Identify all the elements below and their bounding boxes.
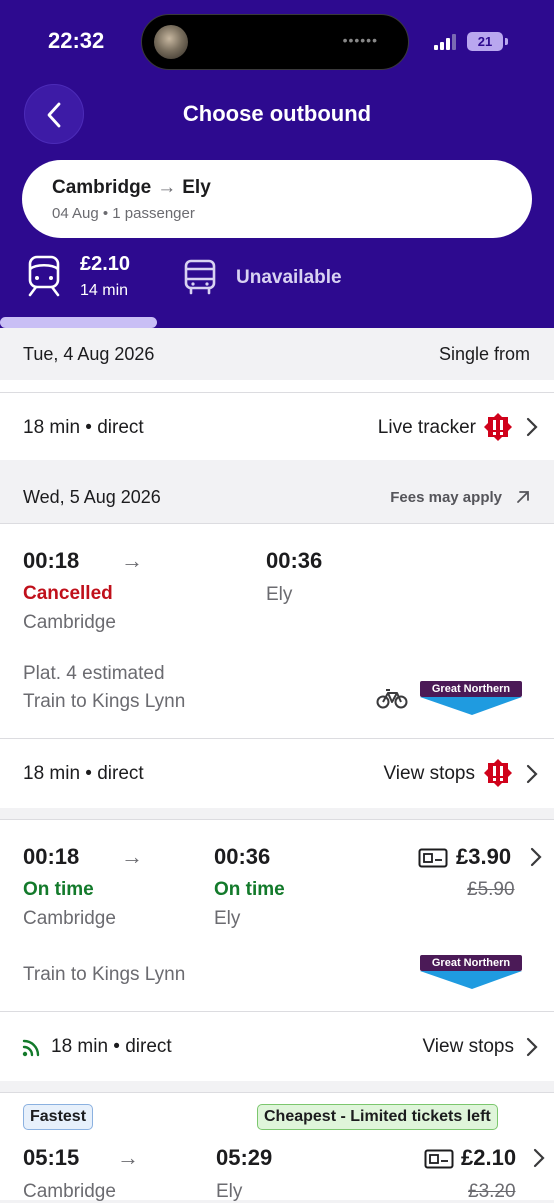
- single-from-label: Single from: [438, 344, 530, 364]
- depart-station: Cambridge: [23, 612, 116, 633]
- date-header: Wed, 5 Aug 2026 Fees may apply: [0, 460, 554, 523]
- train-destination: Train to Kings Lynn: [23, 691, 186, 712]
- dynamic-island: ••••••: [141, 14, 409, 70]
- external-link-icon[interactable]: [516, 490, 530, 504]
- depart-time: 05:15: [23, 1145, 80, 1170]
- view-stops-link[interactable]: View stops: [383, 763, 475, 785]
- divider: [0, 819, 554, 820]
- arrive-time: 05:29: [216, 1145, 273, 1170]
- ticket-icon: [424, 1149, 454, 1169]
- warning-icon: [484, 413, 512, 441]
- price: £3.90: [456, 844, 512, 869]
- journey-card[interactable]: Fastest Cheapest - Limited tickets left …: [0, 1092, 554, 1202]
- arrive-station: Ely: [266, 584, 293, 605]
- journey-summary-card[interactable]: Cambridge → Ely 04 Aug • 1 passenger: [22, 160, 532, 238]
- divider: [0, 738, 554, 739]
- route-to: Ely: [182, 177, 211, 198]
- chevron-right-icon: [533, 1148, 545, 1168]
- train-destination: Train to Kings Lynn: [23, 964, 186, 985]
- price: £2.10: [461, 1145, 517, 1170]
- date-label: Tue, 4 Aug 2026: [23, 344, 155, 364]
- view-stops-link[interactable]: View stops: [422, 1036, 514, 1058]
- arrow-right-icon: →: [121, 844, 143, 869]
- divider: [0, 1092, 554, 1093]
- operator-name: Great Northern: [420, 681, 522, 697]
- depart-time: 00:18: [23, 844, 80, 869]
- battery-tip: [505, 38, 508, 45]
- live-signal-icon: [22, 1039, 40, 1057]
- chevron-right-icon: [530, 847, 542, 867]
- duration-label: 18 min • direct: [23, 417, 144, 438]
- great-northern-logo: Great Northern: [420, 681, 522, 715]
- train-icon[interactable]: [24, 254, 64, 303]
- fastest-badge: Fastest: [23, 1104, 94, 1130]
- arrive-time: 00:36: [214, 844, 271, 869]
- arrow-right-icon: →: [117, 1145, 139, 1170]
- live-tracker-link[interactable]: Live tracker: [378, 417, 476, 439]
- arrive-station: Ely: [214, 908, 241, 929]
- depart-station: Cambridge: [23, 908, 116, 929]
- chevron-right-icon: [526, 1037, 538, 1057]
- journey-card[interactable]: 00:18 → 00:36 Cancelled Ely Cambridge Pl…: [0, 523, 554, 808]
- bus-mode-status[interactable]: Unavailable: [236, 267, 342, 289]
- divider: [0, 1011, 554, 1012]
- fees-link[interactable]: Fees may apply: [390, 489, 502, 506]
- date-label: Wed, 5 Aug 2026: [23, 487, 161, 507]
- bus-icon[interactable]: [182, 258, 218, 301]
- depart-time: 00:18: [23, 548, 80, 573]
- arrive-status: On time: [214, 879, 285, 900]
- great-northern-logo: Great Northern: [420, 955, 522, 989]
- duration-label: 18 min • direct: [51, 1036, 172, 1057]
- original-price: £5.90: [467, 879, 515, 900]
- depart-status: Cancelled: [23, 583, 113, 604]
- date-header: Tue, 4 Aug 2026 Single from: [0, 328, 554, 380]
- header: 22:32 •••••• 21 Choose outbound Cambridg…: [0, 0, 554, 328]
- route-details: 04 Aug • 1 passenger: [52, 205, 195, 222]
- train-mode-duration: 14 min: [80, 282, 129, 299]
- page-title: Choose outbound: [182, 101, 372, 126]
- journey-summary-row[interactable]: 18 min • direct Live tracker: [0, 380, 554, 460]
- route: Cambridge → Ely: [52, 177, 211, 199]
- arrive-time: 00:36: [266, 548, 323, 573]
- cheapest-badge: Cheapest - Limited tickets left: [257, 1104, 498, 1130]
- duration-label: 18 min • direct: [23, 763, 144, 784]
- ticket-icon: [418, 848, 448, 868]
- dots-icon: ••••••: [342, 32, 378, 48]
- route-from: Cambridge: [52, 177, 152, 198]
- divider: [0, 392, 554, 393]
- tab-indicator: [0, 317, 157, 328]
- chevron-right-icon: [526, 417, 538, 437]
- journey-card[interactable]: 00:18 → 00:36 £3.90 On time On time £5.9…: [0, 819, 554, 1081]
- status-time: 22:32: [48, 28, 105, 53]
- chevron-right-icon: [526, 764, 538, 784]
- operator-name: Great Northern: [420, 955, 522, 971]
- arrow-right-icon: →: [121, 548, 143, 573]
- warning-icon: [484, 759, 512, 787]
- divider: [0, 523, 554, 524]
- bicycle-icon: [376, 689, 408, 709]
- depart-status: On time: [23, 879, 94, 900]
- train-mode-price[interactable]: £2.10: [80, 253, 130, 276]
- avatar: [154, 25, 188, 59]
- battery-icon: 21: [467, 32, 503, 51]
- signal-icon: [434, 34, 460, 50]
- platform-info: Plat. 4 estimated: [23, 663, 165, 684]
- route-arrow-icon: →: [157, 177, 177, 198]
